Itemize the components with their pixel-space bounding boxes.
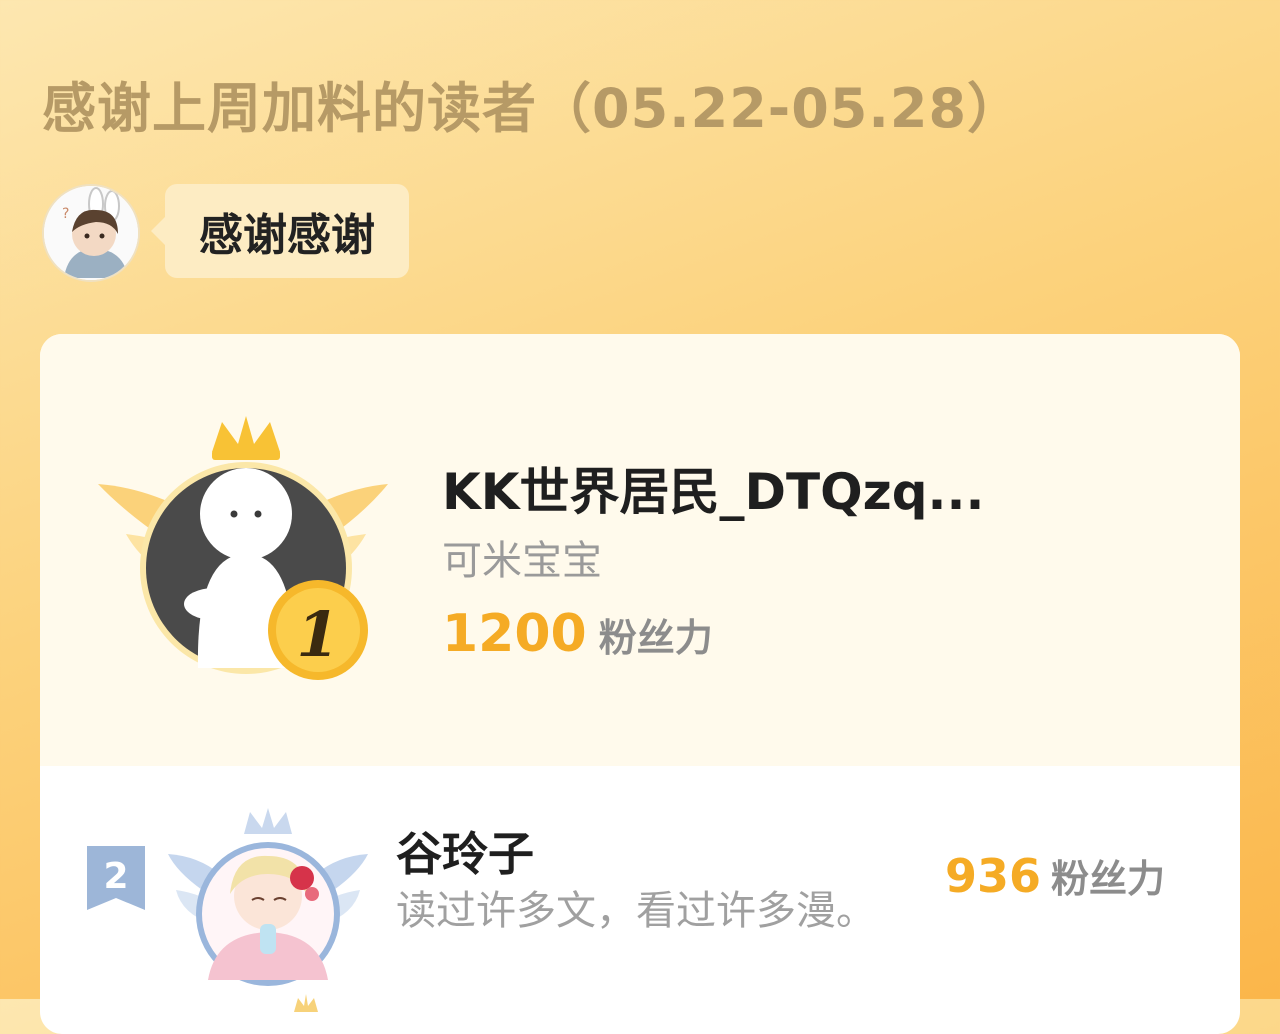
svg-text:?: ? xyxy=(62,206,69,222)
rank-2-name[interactable]: 谷玲子 xyxy=(396,818,534,884)
rank-3-crown-icon xyxy=(294,994,318,1012)
silver-crown-wings-icon xyxy=(168,808,368,986)
bunny-ear-avatar-icon: ? xyxy=(44,186,138,280)
rank-1-subtitle: 可米宝宝 xyxy=(442,538,602,584)
page-title: 感谢上周加料的读者（05.22-05.28） xyxy=(42,77,1023,140)
rank-2-stat: 936 粉丝力 xyxy=(945,848,1165,903)
rank-1-entry[interactable]: 1 KK世界居民_DTQzq... 可米宝宝 1200 粉丝力 xyxy=(40,334,1240,766)
host-message-bubble: 感谢感谢 xyxy=(151,184,409,278)
rank-1-number: 1 xyxy=(296,598,339,671)
rank-2-entry[interactable]: 2 谷玲子 读过许多文，看过许多漫。 936 粉丝力 xyxy=(40,766,1240,996)
gold-crown-wings-icon: 1 xyxy=(98,416,388,680)
rank-1-value: 1200 xyxy=(442,604,587,664)
rank-1-name[interactable]: KK世界居民_DTQzq... xyxy=(442,452,984,524)
rank-2-value: 936 xyxy=(945,849,1042,903)
rank-1-unit: 粉丝力 xyxy=(598,616,713,660)
rank-1-stat: 1200 粉丝力 xyxy=(442,604,713,664)
rank-2-unit: 粉丝力 xyxy=(1051,857,1166,901)
rank-2-signature: 读过许多文，看过许多漫。 xyxy=(396,888,876,934)
host-avatar[interactable]: ? xyxy=(42,184,140,282)
rank-2-tag-icon: 2 xyxy=(87,846,145,910)
rank-2-number: 2 xyxy=(103,856,128,897)
ranking-card: 1 KK世界居民_DTQzq... 可米宝宝 1200 粉丝力 2 谷玲子 读过… xyxy=(40,334,1240,1034)
